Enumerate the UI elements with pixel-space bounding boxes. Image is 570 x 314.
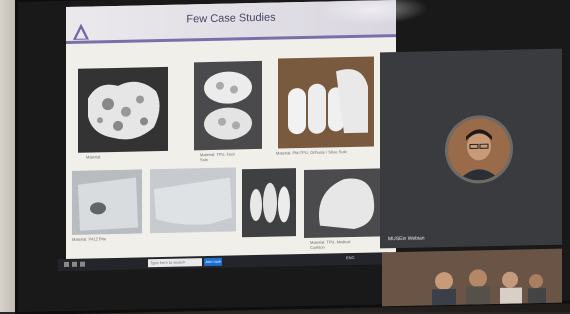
- case-caption: Material:: [86, 154, 102, 160]
- start-icon[interactable]: [64, 261, 69, 268]
- case-caption: Material: TPU, Medical Cushion: [310, 239, 351, 250]
- case-caption: Material: TPU, Foot Sole: [200, 151, 235, 163]
- join-button[interactable]: Join now: [204, 257, 222, 267]
- case-image-pads: [242, 168, 296, 238]
- monitor-screen: Few Case Studies Material: Material: TPU…: [18, 0, 570, 312]
- case-caption: Material: PM-TPU, Orthosis / Shoe Sole: [276, 149, 347, 156]
- screen-glare: [318, 0, 428, 26]
- case-image-cushion: [304, 168, 384, 239]
- participant-video-tile[interactable]: [382, 248, 562, 307]
- case-image-lattice: [78, 66, 168, 153]
- participant-avatar: [448, 117, 510, 181]
- participant-video-tile[interactable]: MUSEin Webian: [380, 48, 562, 249]
- app-icon[interactable]: [72, 261, 77, 267]
- taskbar-clock: ENG: [346, 254, 355, 261]
- case-image-orthosis: [278, 56, 374, 149]
- case-image-bracket: [72, 169, 142, 235]
- case-image-plate: [150, 167, 236, 234]
- case-caption: Material: PA12 Bite: [72, 236, 106, 242]
- search-input[interactable]: Type here to search: [148, 258, 202, 268]
- case-image-insoles: [194, 60, 262, 151]
- app-icon[interactable]: [80, 261, 85, 267]
- participant-name: MUSEin Webian: [388, 235, 425, 243]
- presentation-slide: Few Case Studies Material: Material: TPU…: [66, 0, 396, 265]
